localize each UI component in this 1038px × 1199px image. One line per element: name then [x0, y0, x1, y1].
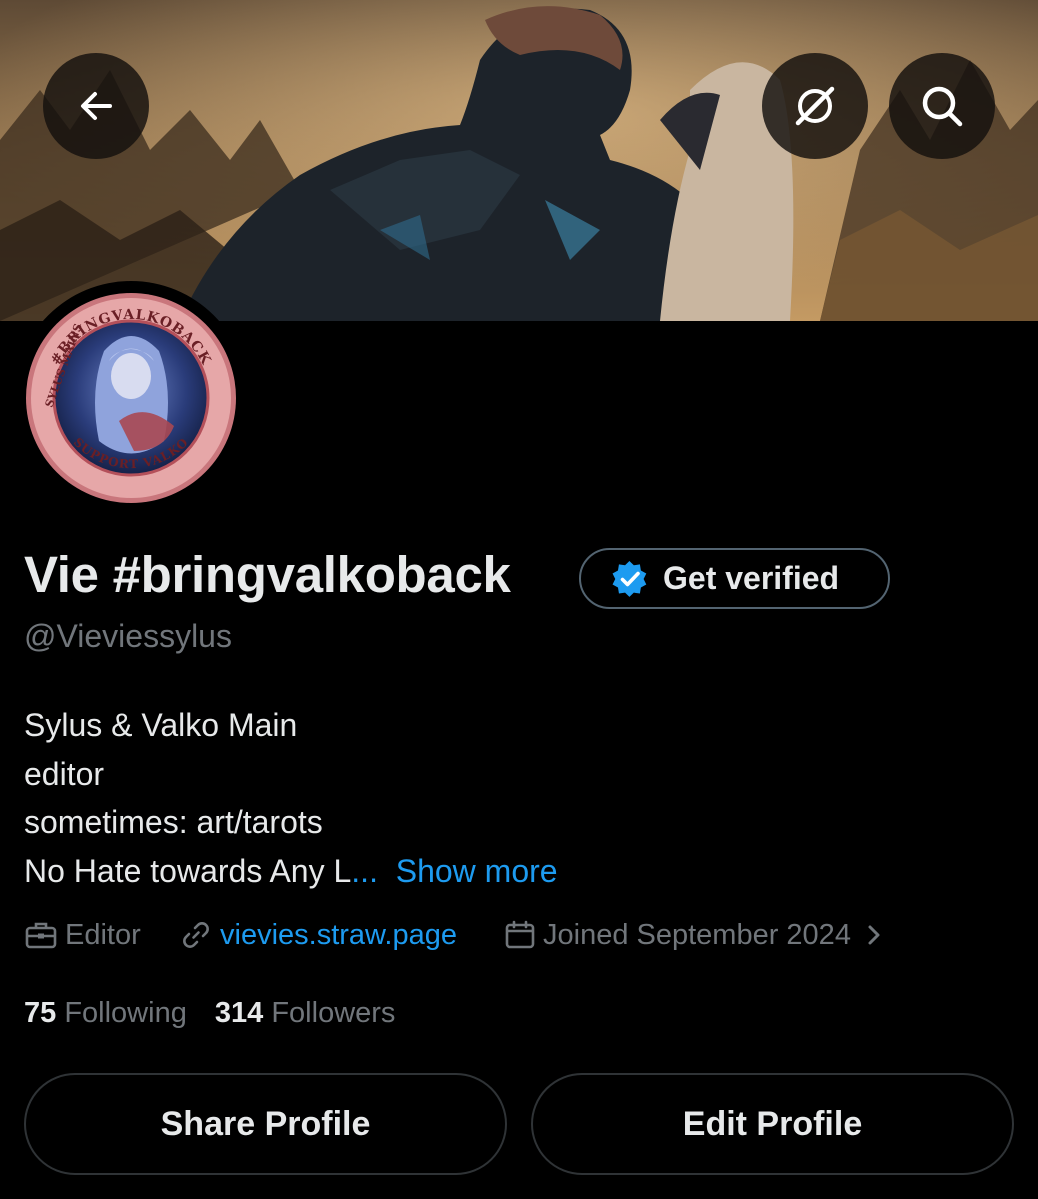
briefcase-icon — [25, 922, 57, 949]
joined-text: Joined September 2024 — [543, 918, 851, 951]
followers-stat[interactable]: 314 Followers — [215, 997, 396, 1029]
show-more-link[interactable]: Show more — [396, 853, 558, 889]
profile-bio: Sylus & Valko Main editor sometimes: art… — [24, 701, 558, 895]
avatar-image: #BRINGVALKOBACK SUPPORT VALKO SYLUS MAIN… — [26, 293, 236, 503]
verified-badge-icon — [612, 560, 647, 597]
calendar-icon — [505, 920, 535, 949]
profession-text: Editor — [65, 918, 141, 951]
bio-line: sometimes: art/tarots — [24, 804, 323, 840]
chevron-right-icon — [868, 925, 880, 945]
bio-truncated-text: No Hate towards Any L — [24, 852, 352, 889]
website-item[interactable]: vievies.straw.page — [180, 914, 457, 956]
avatar[interactable]: #BRINGVALKOBACK SUPPORT VALKO SYLUS MAIN… — [14, 281, 248, 515]
profile-banner[interactable] — [0, 0, 1038, 321]
arrow-left-icon — [81, 92, 112, 120]
edit-profile-button[interactable]: Edit Profile — [531, 1073, 1014, 1175]
get-verified-button[interactable]: Get verified — [579, 548, 890, 609]
website-link[interactable]: vievies.straw.page — [220, 919, 457, 952]
profession-item: Editor — [24, 914, 141, 956]
search-button[interactable] — [889, 53, 995, 159]
search-icon — [922, 86, 963, 127]
bio-ellipsis: ... — [351, 852, 378, 889]
bio-line-truncated: No Hate towards Any L... Show more — [24, 847, 558, 896]
back-button[interactable] — [43, 53, 149, 159]
following-stat[interactable]: 75 Following — [24, 997, 187, 1029]
bio-line: editor — [24, 755, 105, 792]
banner-image — [0, 0, 1038, 321]
display-name: Vie #bringvalkoback — [24, 546, 511, 603]
link-icon — [183, 922, 209, 948]
profile-stats: 75 Following 314 Followers — [24, 993, 395, 1033]
bio-line: Sylus & Valko Main — [24, 707, 298, 743]
followers-count: 314 — [214, 997, 264, 1029]
following-label: Following — [64, 997, 187, 1029]
profile-handle: @Vieviessylus — [24, 618, 232, 654]
get-verified-label: Get verified — [663, 560, 840, 596]
followers-label: Followers — [271, 997, 396, 1029]
grok-button[interactable] — [762, 53, 868, 159]
following-count: 75 — [24, 997, 57, 1029]
share-profile-button[interactable]: Share Profile — [24, 1073, 507, 1175]
joined-item[interactable]: Joined September 2024 — [504, 914, 887, 956]
grok-icon — [795, 86, 835, 126]
